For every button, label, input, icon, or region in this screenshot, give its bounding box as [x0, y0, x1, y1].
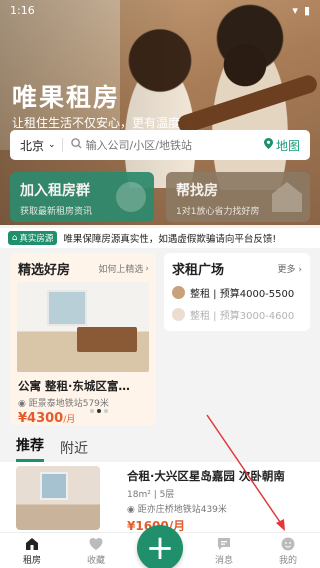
carousel-dots[interactable]	[90, 409, 108, 413]
verified-tag-label: 真实房源	[19, 234, 54, 244]
rent-request-square[interactable]: 求租广场 更多 › 整租 | 预算4000-5500 整租 | 预算3000-4…	[164, 253, 310, 331]
home-small-icon: ⌂	[12, 233, 18, 243]
verified-tag: ⌂ 真实房源	[8, 231, 58, 245]
wifi-icon: ▾	[292, 3, 298, 17]
carousel-dot[interactable]	[104, 409, 108, 413]
map-label: 地图	[275, 138, 300, 153]
search-icon	[70, 138, 82, 152]
publish-plus-button[interactable]: +	[137, 525, 183, 568]
featured-location-text: 距景泰地铁站579米	[28, 399, 109, 409]
join-group-card[interactable]: 加入租房群 获取最新租房资讯	[10, 172, 154, 222]
heart-icon	[89, 537, 103, 550]
nav-favorites-label: 收藏	[86, 555, 105, 566]
help-find-card[interactable]: 帮找房 1对1放心省力找好房	[166, 172, 310, 222]
square-more-link[interactable]: 更多 ›	[278, 262, 303, 275]
notice-text: 唯果保障房源真实性，如遇虚假欺骗请向平台反馈!	[63, 234, 277, 245]
status-bar: 1:16 ▾ ▮	[0, 0, 320, 20]
city-selector[interactable]: 北京 ⌄	[10, 137, 62, 154]
feed-tabs: 推荐 附近	[16, 435, 88, 462]
nav-profile[interactable]: 我的	[256, 533, 320, 568]
nav-rent-label: 租房	[22, 555, 41, 566]
message-icon	[218, 537, 230, 550]
map-button[interactable]: 地图	[263, 137, 310, 154]
status-time: 1:16	[10, 3, 35, 17]
nav-messages-label: 消息	[214, 555, 233, 566]
battery-icon: ▮	[303, 3, 310, 17]
featured-location: ◉ 距景泰地铁站579米	[10, 394, 156, 411]
location-pin-icon	[263, 138, 273, 152]
square-row-text: 整租 | 预算3000-4600	[190, 311, 295, 322]
featured-listing-title: 公寓 整租·东城区富…	[18, 379, 130, 393]
avatar	[172, 286, 185, 299]
plus-icon: +	[145, 528, 175, 568]
square-row[interactable]: 整租 | 预算3000-4600	[172, 307, 302, 322]
listing-title: 合租·大兴区星岛嘉园 次卧朝南	[127, 469, 285, 483]
square-row[interactable]: 整租 | 预算4000-5500	[172, 285, 302, 300]
featured-photo[interactable]	[17, 282, 149, 372]
chevron-right-icon: ›	[298, 265, 302, 275]
square-header: 求租广场 更多 ›	[172, 259, 302, 278]
featured-price: ¥4300/月	[10, 411, 156, 425]
profile-icon	[281, 537, 295, 550]
carousel-dot-active[interactable]	[97, 409, 101, 413]
chevron-right-icon: ›	[145, 263, 149, 274]
location-pin-icon: ◉	[127, 505, 135, 515]
listing-specs: 18m² | 5层	[127, 490, 175, 500]
carousel-dot[interactable]	[90, 409, 94, 413]
featured-header: 精选好房 如何上精选 ›	[10, 253, 156, 282]
nav-favorites[interactable]: 收藏	[64, 533, 128, 568]
featured-help-link[interactable]: 如何上精选 ›	[98, 262, 149, 276]
listing-photo[interactable]	[16, 466, 100, 530]
listing-location: ◉ 距亦庄桥地铁站439米	[127, 502, 227, 515]
photo-window	[47, 290, 87, 326]
notice-bar[interactable]: ⌂ 真实房源 唯果保障房源真实性，如遇虚假欺骗请向平台反馈!	[0, 228, 320, 248]
tab-nearby[interactable]: 附近	[60, 438, 88, 462]
app-slogan: 让租住生活不仅安心，更有温度	[12, 116, 181, 130]
status-icons: ▾ ▮	[292, 4, 310, 17]
search-input[interactable]	[85, 138, 236, 152]
square-row-text: 整租 | 预算4000-5500	[190, 289, 295, 300]
search-bar[interactable]: 北京 ⌄ 地图	[10, 130, 310, 160]
featured-price-value: ¥4300	[18, 411, 64, 425]
list-item[interactable]: 合租·大兴区星岛嘉园 次卧朝南 18m² | 5层 ◉ 距亦庄桥地铁站439米 …	[0, 462, 320, 533]
avatar	[172, 308, 185, 321]
photo-window	[40, 472, 68, 500]
featured-card[interactable]: 精选好房 如何上精选 › 公寓 整租·东城区富… ◉ 距景泰地铁站579米 ¥4…	[10, 253, 156, 425]
location-pin-icon: ◉	[18, 399, 26, 409]
photo-bed	[77, 327, 137, 352]
search-divider	[61, 138, 63, 152]
city-label: 北京	[20, 138, 45, 153]
featured-price-unit: /月	[63, 415, 76, 425]
chevron-down-icon: ⌄	[48, 140, 56, 150]
home-icon	[26, 537, 38, 550]
featured-title: 精选好房	[18, 263, 71, 278]
app-title: 唯果租房	[12, 83, 121, 112]
listing-location-text: 距亦庄桥地铁站439米	[137, 505, 227, 515]
square-title: 求租广场	[172, 263, 225, 278]
square-more-label: 更多	[277, 265, 296, 275]
nav-profile-label: 我的	[278, 555, 297, 566]
tab-recommend[interactable]: 推荐	[16, 435, 44, 462]
nav-messages[interactable]: 消息	[192, 533, 256, 568]
chat-bubble-icon	[116, 182, 146, 212]
featured-help-label: 如何上精选	[98, 265, 144, 275]
nav-rent[interactable]: 租房	[0, 533, 64, 568]
